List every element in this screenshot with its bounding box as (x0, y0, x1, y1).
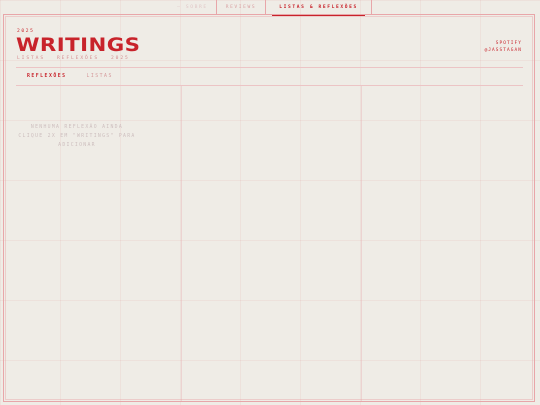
top-nav: — SOBRE REVIEWS LISTAS & REFLEXÕES (0, 0, 540, 16)
nav-item-reviews[interactable]: REVIEWS (215, 0, 267, 15)
empty-state-line: NENHUMA REFLEXÃO AINDA (30, 125, 124, 130)
top-nav-group: — SOBRE REVIEWS LISTAS & REFLEXÕES (168, 0, 372, 16)
tab-listas[interactable]: LISTAS (77, 68, 123, 85)
nav-item-listas-reflexoes[interactable]: LISTAS & REFLEXÕES (266, 0, 372, 16)
nav-item-sobre[interactable]: — SOBRE (168, 0, 216, 15)
subtitle-item-year: 2025 (111, 56, 130, 61)
tabs-divider (16, 85, 523, 86)
side-spotify-label[interactable]: SPOTIFY (485, 40, 522, 47)
side-handle[interactable]: @JASSTAGAN (485, 47, 522, 54)
page-title[interactable]: WRITINGS (16, 33, 140, 57)
subtitle-item-reflexoes: REFLEXÕES (57, 56, 99, 61)
column-divider (361, 86, 362, 402)
content-tabs: REFLEXÕES LISTAS (17, 68, 524, 86)
header-subtitle: LISTAS REFLEXÕES 2025 (17, 56, 142, 61)
column-divider (181, 86, 182, 402)
empty-state-line: CLIQUE 2X EM "WRITINGS" PARA (18, 133, 136, 139)
empty-state-line: ADICIONAR (58, 142, 96, 148)
empty-state-message: NENHUMA REFLEXÃO AINDA CLIQUE 2X EM "WRI… (17, 124, 137, 150)
subtitle-item-listas: LISTAS (17, 56, 45, 61)
header-side-info: SPOTIFY @JASSTAGAN (485, 40, 522, 54)
tab-reflexoes[interactable]: REFLEXÕES (17, 68, 77, 86)
